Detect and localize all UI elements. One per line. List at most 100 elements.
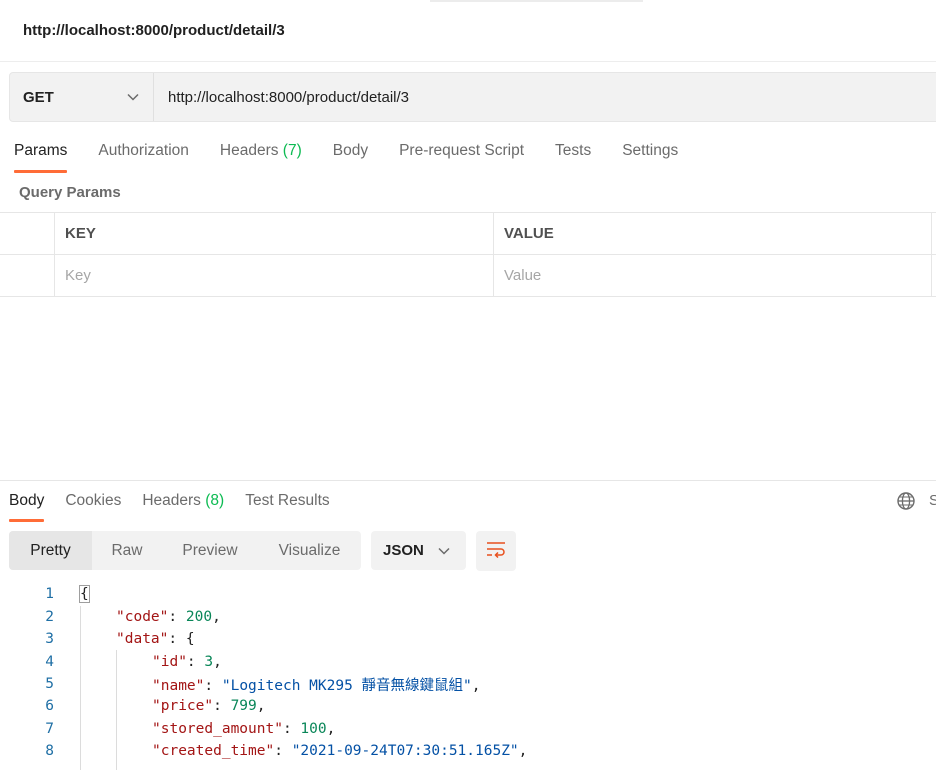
json-key: "code" [116, 609, 169, 625]
response-divider[interactable] [0, 480, 936, 481]
truncated-status-label: S [929, 492, 936, 509]
view-raw-button[interactable]: Raw [92, 531, 162, 570]
tab-pre-request-script[interactable]: Pre-request Script [399, 136, 524, 172]
json-separator: : [204, 677, 222, 694]
tab-settings[interactable]: Settings [622, 136, 678, 172]
request-tabs: Params Authorization Headers (7) Body Pr… [14, 136, 709, 173]
json-string: "2021-09-24T07:30:51.165Z" [291, 743, 519, 759]
code-line: 1 { [0, 583, 936, 605]
view-pretty-button[interactable]: Pretty [9, 531, 92, 570]
line-number: 6 [45, 698, 54, 714]
json-separator: : [186, 654, 205, 670]
format-select[interactable]: JSON [371, 531, 466, 570]
json-brace: { [79, 585, 90, 603]
query-params-heading: Query Params [19, 184, 121, 201]
tab-tests-label: Tests [555, 142, 592, 159]
value-input[interactable]: Value [494, 255, 932, 296]
code-text: "price": 799, [152, 698, 266, 714]
query-params-header-row: KEY VALUE [0, 213, 936, 255]
tab-headers-label: Headers [219, 142, 279, 159]
tab-tests[interactable]: Tests [555, 136, 591, 172]
code-text: "code": 200, [116, 609, 221, 625]
json-comma: , [213, 654, 222, 670]
line-number: 7 [45, 721, 54, 737]
globe-icon[interactable] [896, 491, 916, 516]
code-text: "id": 3, [152, 654, 222, 670]
chevron-down-icon [127, 93, 139, 101]
tab-body-label: Body [332, 142, 369, 159]
code-line: 8 "created_time": "2021-09-24T07:30:51.1… [0, 740, 936, 762]
tab-pre-request-script-label: Pre-request Script [399, 142, 525, 159]
code-line: 6 "price": 799, [0, 695, 936, 717]
json-comma: , [518, 743, 528, 759]
method-label: GET [23, 88, 54, 106]
code-text: { [79, 585, 90, 603]
json-number: 100 [300, 721, 327, 737]
code-line: 2 "code": 200, [0, 606, 936, 628]
json-key: "data" [116, 631, 169, 647]
tab-params[interactable]: Params [14, 136, 68, 173]
response-body-viewer[interactable]: 1 { 2 "code": 200, 3 "data": { 4 "id": 3… [0, 583, 936, 770]
tab-authorization[interactable]: Authorization [98, 136, 188, 172]
row-checkbox-cell [0, 255, 55, 296]
key-column-header: KEY [55, 213, 494, 254]
json-separator: : [168, 609, 186, 625]
json-key: "id" [152, 654, 187, 670]
code-line: 5 "name": "Logitech MK295 靜音無線鍵鼠組", [0, 673, 936, 695]
line-number: 1 [45, 586, 54, 602]
code-line: 3 "data": { [0, 628, 936, 650]
format-select-label: JSON [383, 542, 424, 559]
json-comma: , [212, 609, 221, 625]
request-title: http://localhost:8000/product/detail/3 [0, 0, 936, 62]
view-mode-selector: Pretty Raw Preview Visualize [9, 531, 361, 570]
tab-headers[interactable]: Headers (7) [220, 136, 302, 172]
json-separator: : [282, 721, 301, 737]
json-number: 200 [185, 609, 213, 625]
view-visualize-button[interactable]: Visualize [258, 531, 361, 570]
json-number: 3 [204, 654, 214, 670]
url-input[interactable]: http://localhost:8000/product/detail/3 [154, 73, 936, 121]
json-separator: : [213, 698, 231, 714]
response-tab-test-results[interactable]: Test Results [245, 486, 329, 521]
url-bar: GET http://localhost:8000/product/detail… [9, 72, 936, 122]
checkbox-column [0, 213, 55, 254]
tab-settings-label: Settings [622, 142, 679, 159]
response-tab-headers[interactable]: Headers (8) [142, 486, 224, 521]
response-tab-cookies[interactable]: Cookies [65, 486, 121, 521]
tab-authorization-label: Authorization [98, 142, 189, 159]
json-separator: : [274, 743, 292, 759]
query-params-empty-row: Key Value [0, 255, 936, 297]
wrap-lines-button[interactable] [476, 531, 516, 571]
line-number: 3 [45, 631, 54, 647]
json-key: "name" [152, 677, 205, 694]
json-number: 799 [230, 698, 257, 714]
response-tab-headers-label: Headers [142, 492, 201, 509]
request-title-text: http://localhost:8000/product/detail/3 [23, 22, 285, 39]
response-headers-count-badge: (8) [205, 492, 225, 509]
method-select[interactable]: GET [10, 73, 154, 121]
tab-body[interactable]: Body [333, 136, 368, 172]
json-comma: , [326, 721, 336, 737]
json-string: "Logitech MK295 靜音無線鍵鼠組" [221, 677, 472, 694]
url-value: http://localhost:8000/product/detail/3 [168, 88, 409, 106]
json-key: "price" [152, 698, 214, 714]
response-tab-body[interactable]: Body [9, 486, 45, 522]
code-text: "created_time": "2021-09-24T07:30:51.165… [152, 743, 527, 759]
wrap-lines-icon [486, 540, 506, 563]
response-tabs: Body Cookies Headers (8) Test Results [9, 486, 351, 522]
json-brace: { [185, 631, 195, 647]
query-params-table: KEY VALUE Key Value [0, 212, 936, 297]
code-text: "name": "Logitech MK295 靜音無線鍵鼠組", [152, 674, 481, 695]
tab-params-label: Params [14, 142, 68, 159]
json-comma: , [471, 677, 481, 694]
code-line: 7 "stored_amount": 100, [0, 718, 936, 740]
key-input[interactable]: Key [55, 255, 494, 296]
json-comma: , [256, 698, 266, 714]
response-tab-body-label: Body [9, 492, 45, 509]
value-column-header: VALUE [494, 213, 932, 254]
view-preview-button[interactable]: Preview [162, 531, 258, 570]
chevron-down-icon [438, 547, 450, 555]
line-number: 8 [45, 743, 54, 759]
json-key: "stored_amount" [152, 721, 283, 737]
headers-count-badge: (7) [282, 142, 302, 159]
